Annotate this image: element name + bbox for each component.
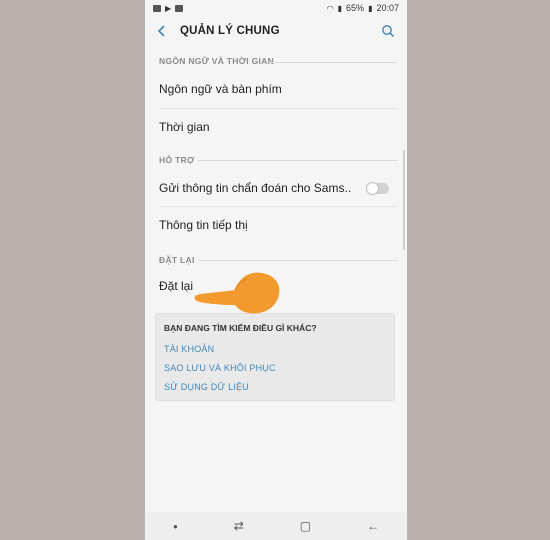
item-label: Ngôn ngữ và bàn phím (159, 82, 282, 96)
suggestion-box: BẠN ĐANG TÌM KIẾM ĐIỀU GÌ KHÁC? TÀI KHOẢ… (155, 313, 395, 401)
image-icon (153, 4, 161, 12)
suggestion-title: BẠN ĐANG TÌM KIẾM ĐIỀU GÌ KHÁC? (164, 323, 317, 333)
link-accounts[interactable]: TÀI KHOẢN (164, 344, 214, 354)
list-item-marketing-info[interactable]: Thông tin tiếp thị (145, 207, 407, 243)
page-title: QUẢN LÝ CHUNG (180, 25, 280, 37)
section-label-support: HỖ TRỢ (159, 155, 195, 165)
battery-percent: 65% (346, 3, 365, 13)
item-label: Đặt lại (159, 279, 194, 293)
item-label: Gửi thông tin chẩn đoán cho Sams.. (159, 181, 352, 195)
recent-apps-icon[interactable]: ⇄ (234, 519, 244, 533)
dot-icon[interactable]: ● (173, 522, 178, 531)
pointing-hand-icon (194, 272, 280, 314)
list-item-time[interactable]: Thời gian (145, 109, 407, 145)
item-label: Thời gian (159, 120, 210, 134)
section-label-language-time: NGÔN NGỮ VÀ THỜI GIAN (159, 56, 275, 66)
link-data-usage[interactable]: SỬ DỤNG DỮ LIỆU (164, 382, 249, 392)
back-icon[interactable]: ← (367, 519, 379, 533)
battery-icon: ▮ (368, 3, 373, 13)
link-backup-restore[interactable]: SAO LƯU VÀ KHÔI PHỤC (164, 363, 276, 373)
list-item-diagnostic-info[interactable]: Gửi thông tin chẩn đoán cho Sams.. (145, 170, 407, 206)
item-label: Thông tin tiếp thị (159, 218, 248, 232)
wifi-icon: ◠ (326, 3, 334, 13)
search-icon[interactable] (381, 24, 395, 38)
diagnostic-toggle[interactable] (366, 181, 389, 195)
status-right: ◠ ▮ 65% ▮ 20:07 (327, 3, 399, 13)
play-icon: ▶ (165, 3, 172, 13)
status-left-icons: ▶ (153, 3, 184, 13)
youtube-icon (175, 4, 184, 12)
scrollbar[interactable] (403, 150, 405, 250)
app-header: QUẢN LÝ CHUNG (145, 18, 407, 46)
home-icon[interactable]: ▢ (300, 519, 311, 533)
section-divider (197, 160, 397, 161)
section-label-reset: ĐẶT LẠI (159, 255, 195, 265)
signal-icon: ▮ (337, 3, 343, 13)
navigation-bar: ● ⇄ ▢ ← (145, 512, 407, 540)
back-arrow-icon[interactable] (155, 23, 169, 39)
list-item-language-keyboard[interactable]: Ngôn ngữ và bàn phím (145, 71, 407, 107)
section-divider (269, 62, 397, 63)
section-divider (198, 260, 397, 261)
status-bar: ▶ ◠ ▮ 65% ▮ 20:07 (145, 0, 407, 16)
clock: 20:07 (376, 3, 399, 13)
